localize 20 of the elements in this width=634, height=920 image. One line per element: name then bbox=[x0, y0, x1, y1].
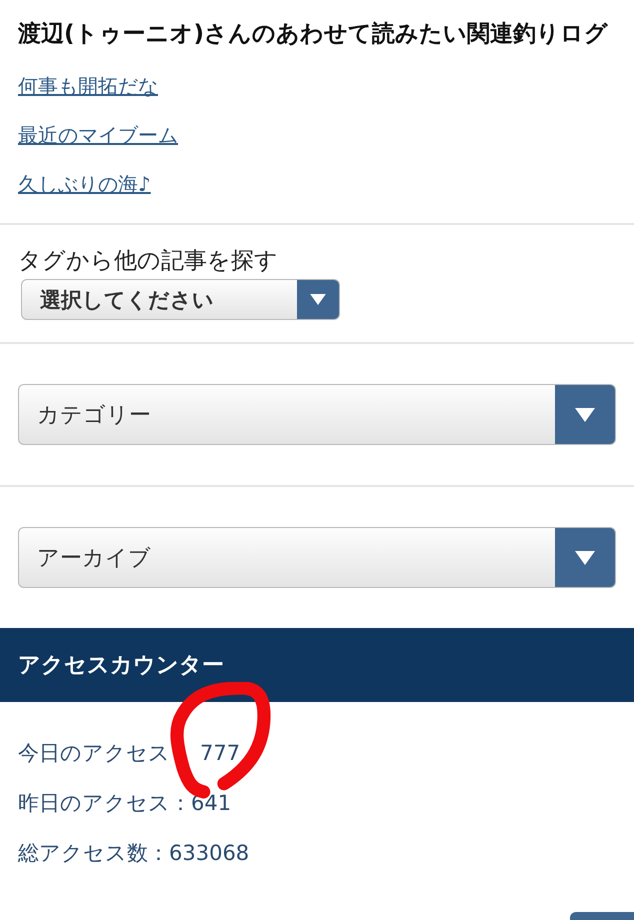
counter-separator: ： bbox=[170, 790, 191, 817]
counter-value: 777 bbox=[200, 741, 240, 765]
scroll-top-button[interactable] bbox=[570, 912, 634, 920]
caret-icon bbox=[310, 294, 326, 305]
counter-value: 633068 bbox=[169, 841, 250, 865]
counter-separator: ： bbox=[148, 840, 169, 867]
article-link[interactable]: 久しぶりの海♪ bbox=[18, 160, 151, 209]
dropdown[interactable]: アーカイブ bbox=[18, 527, 616, 588]
caret-icon bbox=[575, 408, 595, 422]
caret-icon bbox=[575, 550, 595, 564]
dropdown[interactable]: 選択してください bbox=[21, 279, 340, 320]
article-link[interactable]: 最近のマイブーム bbox=[18, 111, 178, 160]
counter-label: 昨日のアクセス bbox=[18, 790, 170, 817]
section-label: タグから他の記事を探す bbox=[18, 247, 279, 276]
counter-label: 今日のアクセス bbox=[18, 740, 170, 767]
section-header: アクセスカウンター bbox=[0, 628, 634, 702]
article-link[interactable]: 何事も開拓だな bbox=[18, 62, 158, 111]
dropdown[interactable]: カテゴリー bbox=[18, 384, 616, 445]
section-title: 渡辺(トゥーニオ)さんのあわせて読みたい関連釣りログ bbox=[18, 20, 610, 49]
counter-label: 総アクセス数 bbox=[18, 840, 148, 867]
